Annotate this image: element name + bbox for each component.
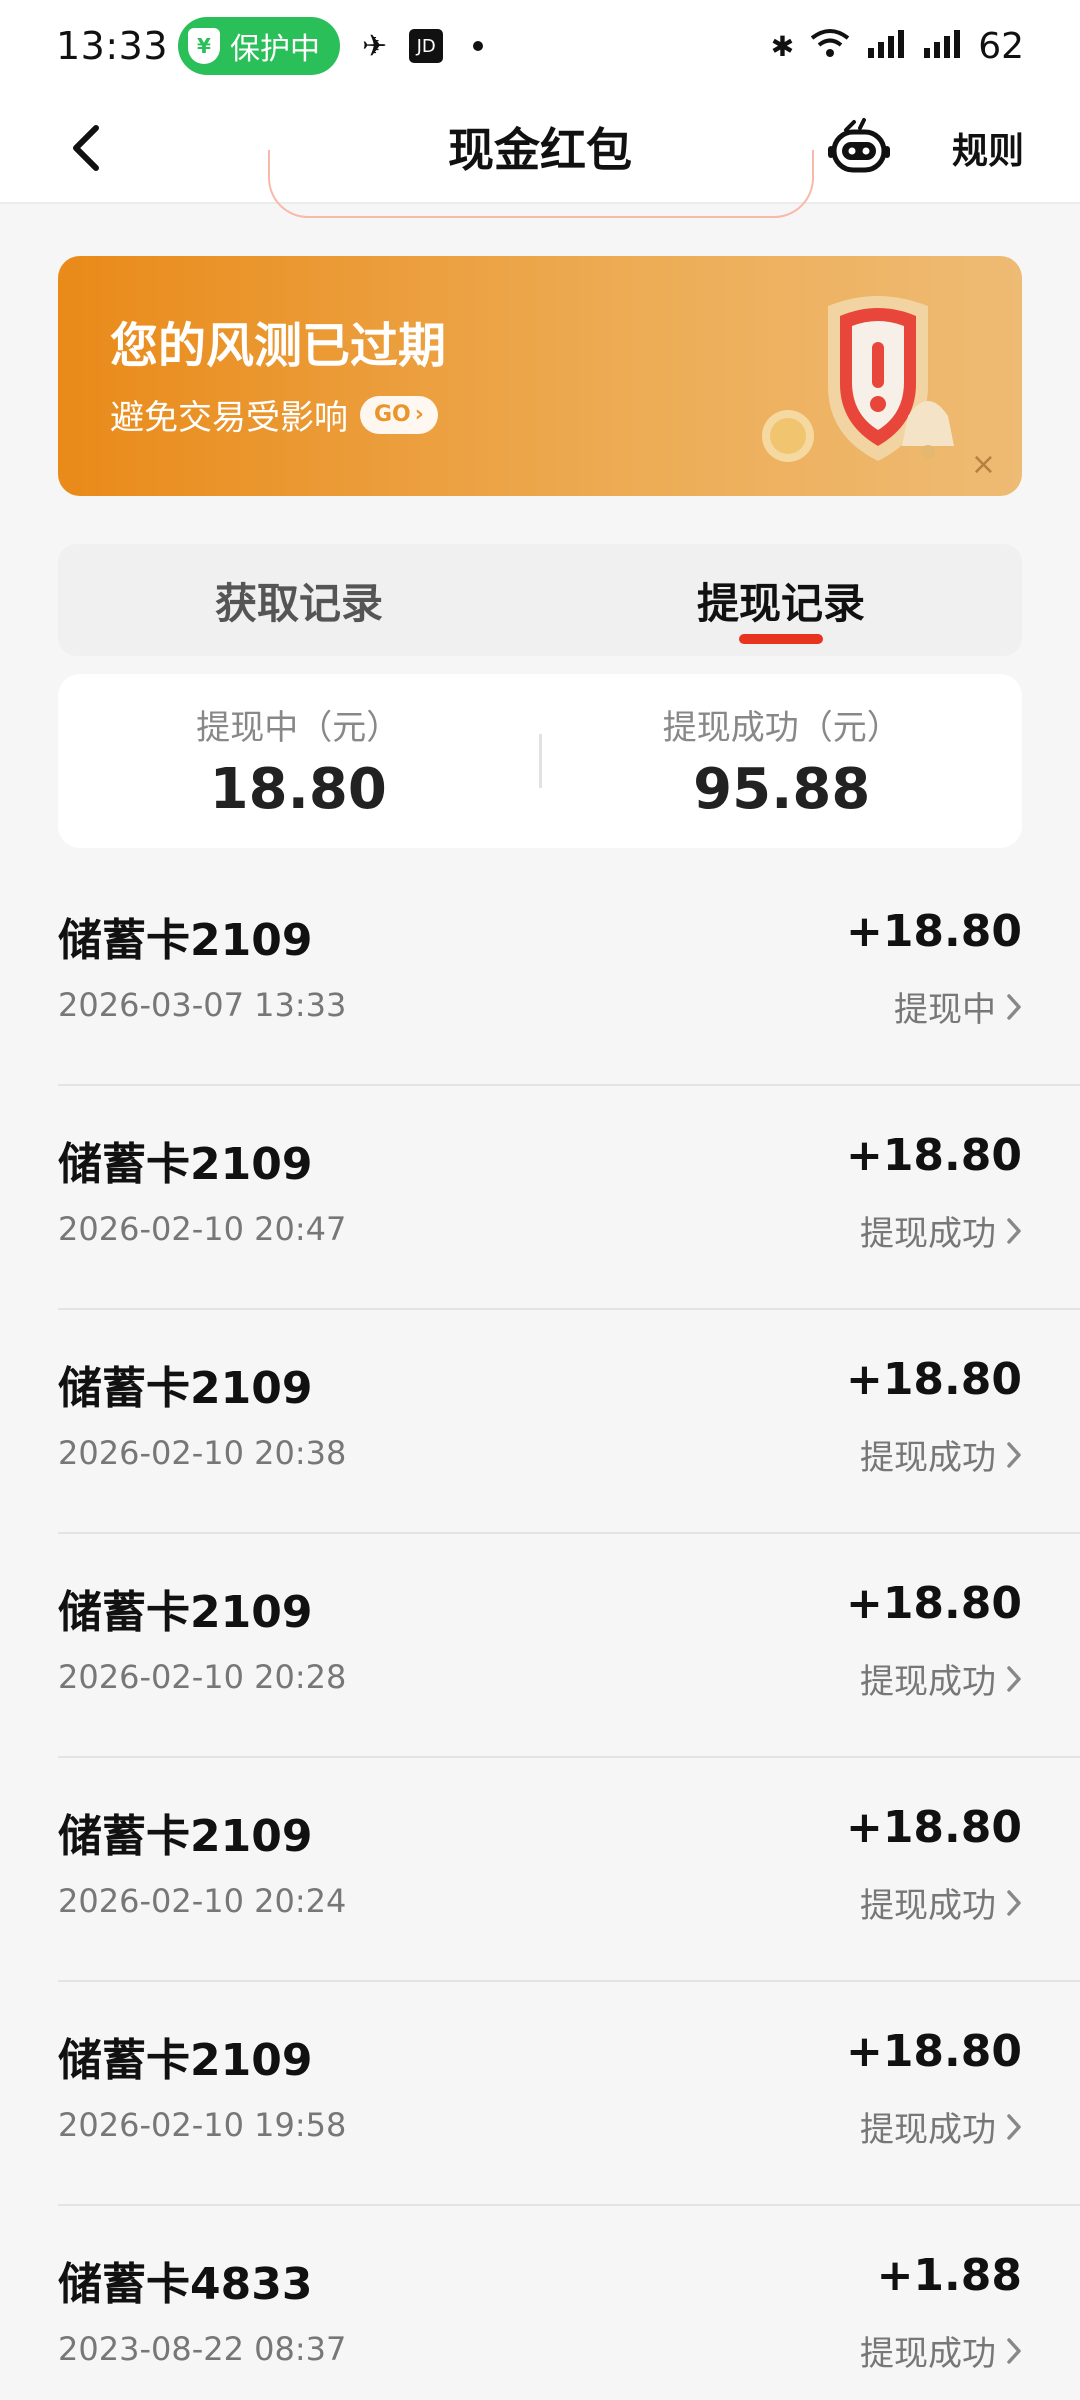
record-amount: +18.80 <box>845 1802 1022 1853</box>
pending-label: 提现中（元） <box>196 708 401 748</box>
chevron-right-icon <box>1007 1441 1021 1468</box>
record-amount: +18.80 <box>845 906 1022 957</box>
wifi-icon <box>810 28 850 65</box>
record-status[interactable]: 提现成功 <box>860 2102 1022 2151</box>
success-summary: 提现成功（元） 95.88 <box>542 700 1023 822</box>
signal-icon <box>866 28 906 65</box>
pending-summary: 提现中（元） 18.80 <box>58 700 539 822</box>
record-tabs: 获取记录 提现记录 <box>58 544 1022 656</box>
bluetooth-icon: ✱ <box>770 29 795 63</box>
notification-dot-icon <box>473 41 484 51</box>
record-amount: +18.80 <box>845 2026 1022 2077</box>
chevron-right-icon <box>1007 1217 1021 1244</box>
record-amount: +18.80 <box>845 1354 1022 1405</box>
record-status[interactable]: 提现成功 <box>860 1878 1022 1927</box>
chevron-right-icon <box>1007 2113 1021 2140</box>
record-date: 2026-03-07 13:33 <box>58 986 347 1024</box>
record-date: 2026-02-10 20:38 <box>58 1434 347 1472</box>
record-status-label: 提现成功 <box>860 2334 996 2374</box>
list-item[interactable]: 储蓄卡4833 2023-08-22 08:37 +1.88 提现成功 <box>58 2206 1080 2400</box>
record-title: 储蓄卡2109 <box>58 1587 313 1638</box>
signal-icon-2 <box>922 28 962 65</box>
robot-chat-icon <box>828 118 890 173</box>
tab-withdraw-records[interactable]: 提现记录 <box>540 544 1022 656</box>
status-bar: 13:33 ¥ 保护中 ✈ JD ✱ 62 <box>0 0 1080 92</box>
record-status-label: 提现中 <box>894 990 996 1030</box>
record-status[interactable]: 提现成功 <box>860 1430 1022 1479</box>
record-status[interactable]: 提现成功 <box>860 1654 1022 1703</box>
robot-chat-button[interactable] <box>826 116 892 182</box>
shield-warning-icon <box>762 296 954 462</box>
list-item[interactable]: 储蓄卡2109 2026-02-10 20:28 +18.80 提现成功 <box>58 1534 1080 1758</box>
record-title: 储蓄卡2109 <box>58 915 313 966</box>
record-status[interactable]: 提现成功 <box>860 1206 1022 1255</box>
record-title: 储蓄卡2109 <box>58 1139 313 1190</box>
record-title: 储蓄卡2109 <box>58 1811 313 1862</box>
list-item[interactable]: 储蓄卡2109 2026-02-10 20:47 +18.80 提现成功 <box>58 1086 1080 1310</box>
record-date: 2026-02-10 20:47 <box>58 1210 347 1248</box>
active-tab-indicator <box>739 634 823 644</box>
record-title: 储蓄卡2109 <box>58 1363 313 1414</box>
record-status-label: 提现成功 <box>860 2110 996 2150</box>
success-value: 95.88 <box>693 757 871 822</box>
record-title: 储蓄卡4833 <box>58 2259 313 2310</box>
protect-label: 保护中 <box>230 32 321 67</box>
jd-app-icon: JD <box>409 29 444 63</box>
list-item[interactable]: 储蓄卡2109 2026-03-07 13:33 +18.80 提现中 <box>58 862 1080 1086</box>
list-item[interactable]: 储蓄卡2109 2026-02-10 20:24 +18.80 提现成功 <box>58 1758 1080 1982</box>
record-amount: +18.80 <box>845 1578 1022 1629</box>
record-status[interactable]: 提现成功 <box>860 2326 1022 2375</box>
tab-label: 获取记录 <box>214 578 383 628</box>
status-time: 13:33 <box>56 24 169 68</box>
success-label: 提现成功（元） <box>662 708 901 748</box>
record-date: 2026-02-10 19:58 <box>58 2106 347 2144</box>
pending-value: 18.80 <box>209 757 387 822</box>
risk-banner[interactable]: 您的风测已过期 避免交易受影响 GO › × <box>58 256 1022 496</box>
chevron-right-icon <box>1007 2337 1021 2364</box>
record-amount: +1.88 <box>876 2250 1022 2301</box>
record-status-label: 提现成功 <box>860 1886 996 1926</box>
shield-icon: ¥ <box>188 28 221 64</box>
withdraw-summary: 提现中（元） 18.80 提现成功（元） 95.88 <box>58 674 1022 848</box>
tab-label: 提现记录 <box>696 578 865 628</box>
record-amount: +18.80 <box>845 1130 1022 1181</box>
record-status-label: 提现成功 <box>860 1662 996 1702</box>
record-status-label: 提现成功 <box>860 1438 996 1478</box>
record-date: 2026-02-10 20:28 <box>58 1658 347 1696</box>
banner-subtitle: 避免交易受影响 <box>110 398 348 438</box>
go-button[interactable]: GO › <box>360 395 438 434</box>
record-status-label: 提现成功 <box>860 1214 996 1254</box>
banner-close-button[interactable]: × <box>971 447 996 482</box>
plane-icon: ✈ <box>362 28 388 64</box>
tab-earn-records[interactable]: 获取记录 <box>58 544 540 656</box>
battery-level: 62 <box>978 25 1024 67</box>
record-title: 储蓄卡2109 <box>58 2035 313 2086</box>
chevron-right-icon <box>1007 1665 1021 1692</box>
list-item[interactable]: 储蓄卡2109 2026-02-10 20:38 +18.80 提现成功 <box>58 1310 1080 1534</box>
banner-title: 您的风测已过期 <box>110 318 447 374</box>
status-right: ✱ 62 <box>771 26 1024 67</box>
protect-badge[interactable]: ¥ 保护中 <box>178 17 341 75</box>
list-item[interactable]: 储蓄卡2109 2026-02-10 19:58 +18.80 提现成功 <box>58 1982 1080 2206</box>
chevron-right-icon <box>1007 993 1021 1020</box>
chevron-right-icon: › <box>414 402 424 427</box>
chevron-right-icon <box>1007 1889 1021 1916</box>
partial-card-edge <box>268 150 814 218</box>
record-date: 2023-08-22 08:37 <box>58 2330 347 2368</box>
go-label: GO <box>374 402 411 427</box>
banner-subtitle-row: 避免交易受影响 GO › <box>110 390 438 439</box>
record-date: 2026-02-10 20:24 <box>58 1882 347 1920</box>
rules-button[interactable]: 规则 <box>952 122 1024 174</box>
record-status[interactable]: 提现中 <box>894 982 1022 1031</box>
